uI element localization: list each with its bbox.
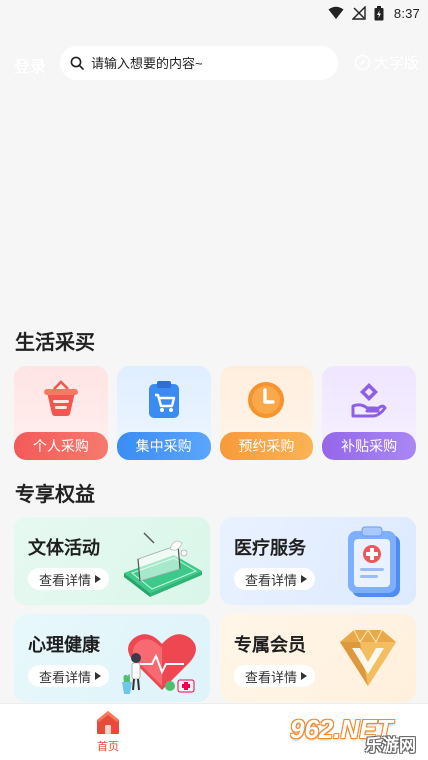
status-bar: 8:37 [0,0,428,26]
badminton-court-illustration [124,532,202,597]
section-title-life-shopping: 生活采买 [15,332,95,354]
quick-action-appointment[interactable]: 预约采购 [219,366,314,460]
view-details-label: 查看详情 [39,572,92,588]
quick-action-label: 预约采购 [219,432,314,460]
cart-clipboard-icon [148,381,179,418]
benefit-title: 文体活动 [28,538,100,558]
search-input[interactable] [91,55,321,71]
subsidy-hand-icon [351,383,387,418]
view-details-button[interactable]: 查看详情 [234,568,316,590]
bottom-navigation: 首页 962.NET 乐游网 [0,703,428,760]
font-size-toggle[interactable]: 大字版 [354,52,419,73]
quick-action-label: 集中采购 [116,432,211,460]
site-watermark: 962.NET 乐游网 [290,712,422,758]
benefit-card-membership[interactable]: 专属会员 查看详情 [220,614,416,702]
arrow-right-icon [301,672,308,680]
view-details-label: 查看详情 [245,572,298,588]
benefit-title: 医疗服务 [234,538,306,558]
quick-action-group[interactable]: 集中采购 [116,366,211,460]
quick-actions: 个人采购 集中采购 预约采购 补贴采购 [14,366,416,460]
benefit-card-sports[interactable]: 文体活动 查看详情 [14,517,210,605]
quick-action-label: 补贴采购 [322,432,416,460]
benefit-title: 心理健康 [28,635,100,655]
battery-charging-icon [374,5,384,20]
login-link[interactable]: 登录 [14,53,46,77]
search-bar[interactable] [60,46,338,80]
view-details-label: 查看详情 [39,669,92,685]
wifi-icon [328,6,344,19]
no-signal-icon [351,6,366,20]
arrow-right-icon [95,575,102,583]
benefit-title: 专属会员 [234,635,306,655]
heart-person-illustration [122,634,196,694]
view-details-button[interactable]: 查看详情 [28,665,110,687]
top-header: 登录 大字版 [0,44,428,82]
arrow-right-icon [301,575,308,583]
benefit-card-mental-health[interactable]: 心理健康 查看详情 [14,614,210,702]
home-icon [97,711,119,734]
watermark-sub: 乐游网 [365,736,416,755]
search-icon [70,56,84,70]
compass-icon [354,54,371,71]
view-details-button[interactable]: 查看详情 [234,665,316,687]
medical-clipboard-illustration [348,526,400,597]
view-details-label: 查看详情 [245,669,298,685]
arrow-right-icon [95,672,102,680]
section-title-benefits: 专享权益 [15,484,95,506]
benefit-card-medical[interactable]: 医疗服务 查看详情 [220,517,416,605]
quick-action-personal[interactable]: 个人采购 [14,366,108,460]
view-details-button[interactable]: 查看详情 [28,568,110,590]
status-time: 8:37 [393,5,420,21]
basket-icon [43,380,78,416]
quick-action-label: 个人采购 [14,432,108,460]
quick-action-subsidy[interactable]: 补贴采购 [322,366,416,460]
nav-tab-home-label: 首页 [97,741,119,753]
font-size-label: 大字版 [374,55,420,72]
nav-tab-home[interactable]: 首页 [88,709,128,757]
diamond-v-illustration [340,628,396,686]
benefits-grid: 文体活动 查看详情 医疗服务 查看详情 心理健康 查看详情 专属会员 查看详情 [14,517,416,702]
clock-icon [248,382,285,418]
